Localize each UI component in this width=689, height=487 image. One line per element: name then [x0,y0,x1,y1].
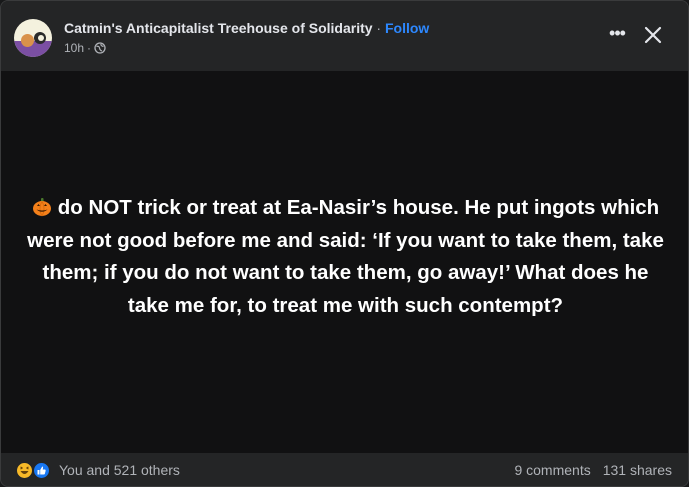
page-avatar[interactable] [14,19,52,57]
title-separator: · [372,20,385,36]
avatar-cat-face [38,35,44,41]
globe-icon [94,42,106,54]
meta-separator: · [87,41,92,55]
follow-button[interactable]: Follow [385,20,429,36]
close-icon[interactable] [641,23,665,47]
post-meta: 10h · [64,41,106,55]
post-card: Catmin's Anticapitalist Treehouse of Sol… [0,0,689,487]
reactions-count[interactable]: You and 521 others [59,462,180,478]
post-footer: You and 521 others 9 comments 131 shares [1,453,688,486]
shares-count[interactable]: 131 shares [603,462,672,478]
comments-count[interactable]: 9 comments [514,462,590,478]
post-header: Catmin's Anticapitalist Treehouse of Sol… [1,1,688,71]
haha-reaction-icon [15,461,34,480]
post-body: do NOT trick or treat at Ea-Nasir’s hous… [26,192,666,322]
post-text: do NOT trick or treat at Ea-Nasir’s hous… [27,196,664,317]
jack-o-lantern-icon [32,198,51,217]
engagement-counts: 9 comments 131 shares [514,462,672,478]
post-timestamp[interactable]: 10h [64,41,84,55]
like-reaction-icon [32,461,51,480]
page-name-link[interactable]: Catmin's Anticapitalist Treehouse of Sol… [64,20,373,36]
avatar-cat-orange [21,34,34,47]
post-content: do NOT trick or treat at Ea-Nasir’s hous… [1,71,688,453]
reaction-icons[interactable] [15,461,55,481]
post-title-line: Catmin's Anticapitalist Treehouse of Sol… [64,20,429,36]
more-options-icon[interactable]: ••• [606,24,628,45]
